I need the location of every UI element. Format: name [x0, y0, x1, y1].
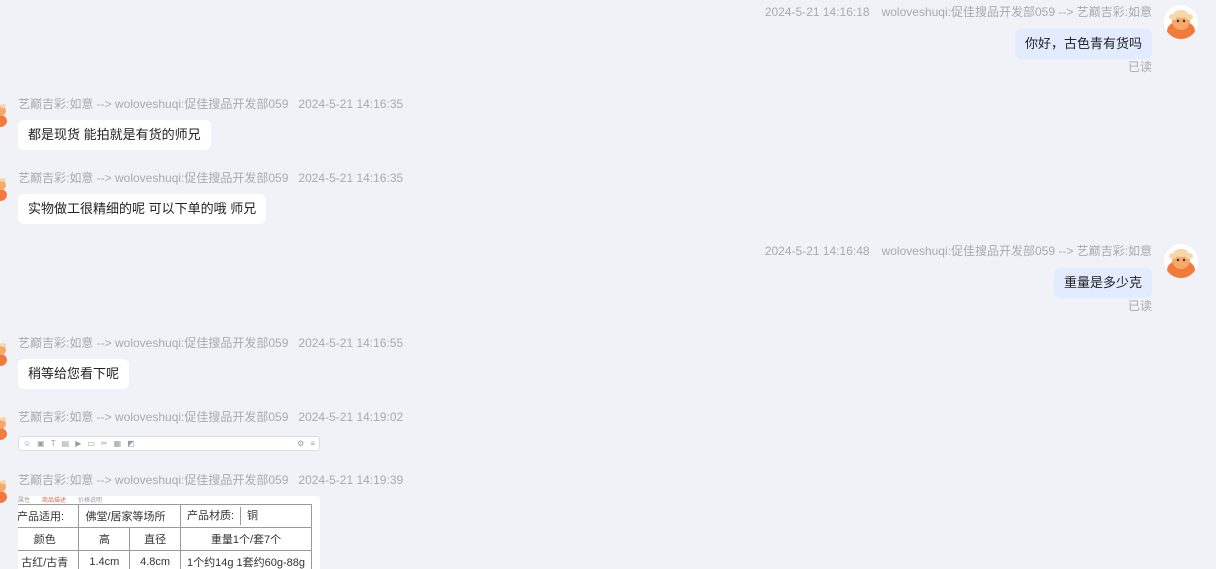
message-bubble[interactable]: 你好，古色青有货吗: [1014, 29, 1152, 59]
scissors-icon: ✂: [100, 438, 108, 448]
sheep-avatar-icon: [0, 343, 7, 366]
table-cell-value: 铜: [247, 509, 259, 522]
avatar[interactable]: [0, 473, 14, 503]
message-meta: 艺巅吉彩:如意 --> woloveshuqi:促佳搜品开发部059 2024-5…: [18, 336, 403, 350]
avatar[interactable]: [1164, 244, 1198, 278]
table-row: 产品适用: 佛堂/居家等场所 产品材质: 铜: [18, 504, 313, 528]
message-meta: 艺巅吉彩:如意 --> woloveshuqi:促佳搜品开发部059 2024-5…: [18, 171, 403, 185]
table-cell: 产品材质: 铜: [179, 504, 313, 528]
settings-icon: ⚙: [297, 438, 305, 448]
message-timestamp: 2024-5-21 14:16:48: [764, 244, 870, 258]
calendar-icon: ▦: [113, 438, 122, 448]
text-icon: T: [50, 438, 56, 448]
message-timestamp: 2024-5-21 14:16:35: [298, 171, 404, 185]
message-route: 艺巅吉彩:如意 --> woloveshuqi:促佳搜品开发部059: [18, 473, 289, 487]
table-cell: 颜色: [18, 527, 80, 551]
message-bubble[interactable]: 实物做工很精细的呢 可以下单的哦 师兄: [18, 194, 267, 224]
message-meta: 2024-5-21 14:16:48 woloveshuqi:促佳搜品开发部059…: [765, 244, 1152, 258]
message-route: 艺巅吉彩:如意 --> woloveshuqi:促佳搜品开发部059: [18, 336, 289, 350]
table-cell: 佛堂/居家等场所: [78, 504, 181, 528]
message-bubble[interactable]: 都是现货 能拍就是有货的师兄: [18, 120, 211, 150]
lock-icon: ▣: [37, 438, 45, 448]
message-route: 艺巅吉彩:如意 --> woloveshuqi:促佳搜品开发部059: [18, 97, 289, 111]
message-timestamp: 2024-5-21 14:19:39: [298, 473, 404, 487]
image-icon: ▤: [61, 438, 70, 448]
image-attachment[interactable]: ☺ ▣ T ▤ ▶ ▭ ✂ ▦ ◩ ⚙ ≡: [18, 436, 320, 451]
spec-table: 产品适用: 佛堂/居家等场所 产品材质: 铜 颜色 高 直径 重量1个/套7个 古…: [18, 504, 313, 569]
table-cell: 高: [78, 527, 131, 551]
sheep-avatar-icon: [0, 417, 7, 440]
sheep-avatar-icon: [1164, 244, 1198, 278]
avatar[interactable]: [1164, 5, 1198, 39]
message-timestamp: 2024-5-21 14:19:02: [298, 410, 404, 424]
table-cell: 4.8cm: [129, 550, 181, 569]
message-meta: 2024-5-21 14:16:18 woloveshuqi:促佳搜品开发部059…: [765, 5, 1152, 19]
folder-icon: ▭: [87, 438, 95, 448]
message-bubble[interactable]: 重量是多少克: [1053, 268, 1152, 298]
table-cell: 古红/古青: [18, 550, 80, 569]
chat-history-panel: 2024-5-21 14:16:18 woloveshuqi:促佳搜品开发部059…: [0, 0, 1216, 569]
message-meta: 艺巅吉彩:如意 --> woloveshuqi:促佳搜品开发部059 2024-5…: [18, 473, 403, 487]
avatar[interactable]: [0, 410, 14, 440]
table-cell-label: 产品材质:: [186, 509, 235, 522]
avatar[interactable]: [0, 171, 14, 201]
table-cell: 直径: [129, 527, 181, 551]
thumbs-up-icon: ◩: [127, 438, 135, 448]
table-cell: 产品适用:: [18, 504, 80, 528]
table-cell: 1.4cm: [78, 550, 131, 569]
message-route: 艺巅吉彩:如意 --> woloveshuqi:促佳搜品开发部059: [18, 410, 289, 424]
table-row: 古红/古青 1.4cm 4.8cm 1个约14g 1套约60g-88g: [18, 550, 313, 569]
image-attachment[interactable]: 属性 商品描述 价格说明 产品适用: 佛堂/居家等场所 产品材质: 铜 颜色 高 直径…: [18, 496, 320, 569]
emoji-icon: ☺: [23, 438, 32, 448]
message-meta: 艺巅吉彩:如意 --> woloveshuqi:促佳搜品开发部059 2024-5…: [18, 97, 403, 111]
message-meta: 艺巅吉彩:如意 --> woloveshuqi:促佳搜品开发部059 2024-5…: [18, 410, 403, 424]
message-route: woloveshuqi:促佳搜品开发部059 --> 艺巅吉彩:如意: [881, 244, 1152, 258]
message-timestamp: 2024-5-21 14:16:18: [764, 5, 870, 19]
sheep-avatar-icon: [0, 104, 7, 127]
table-cell: 重量1个/套7个: [179, 527, 313, 551]
message-route: 艺巅吉彩:如意 --> woloveshuqi:促佳搜品开发部059: [18, 171, 289, 185]
sheep-avatar-icon: [0, 178, 7, 201]
message-timestamp: 2024-5-21 14:16:35: [298, 97, 404, 111]
table-row: 颜色 高 直径 重量1个/套7个: [18, 527, 313, 551]
video-icon: ▶: [75, 438, 82, 448]
read-status: 已读: [1127, 60, 1152, 74]
message-bubble[interactable]: 稍等给您看下呢: [18, 359, 130, 389]
table-cell: 1个约14g 1套约60g-88g: [179, 550, 313, 569]
avatar[interactable]: [0, 97, 14, 127]
sheep-avatar-icon: [0, 480, 7, 503]
message-timestamp: 2024-5-21 14:16:55: [298, 336, 404, 350]
menu-icon: ≡: [310, 438, 315, 448]
read-status: 已读: [1127, 299, 1152, 313]
sheep-avatar-icon: [1164, 5, 1198, 39]
avatar[interactable]: [0, 336, 14, 366]
message-route: woloveshuqi:促佳搜品开发部059 --> 艺巅吉彩:如意: [881, 5, 1152, 19]
